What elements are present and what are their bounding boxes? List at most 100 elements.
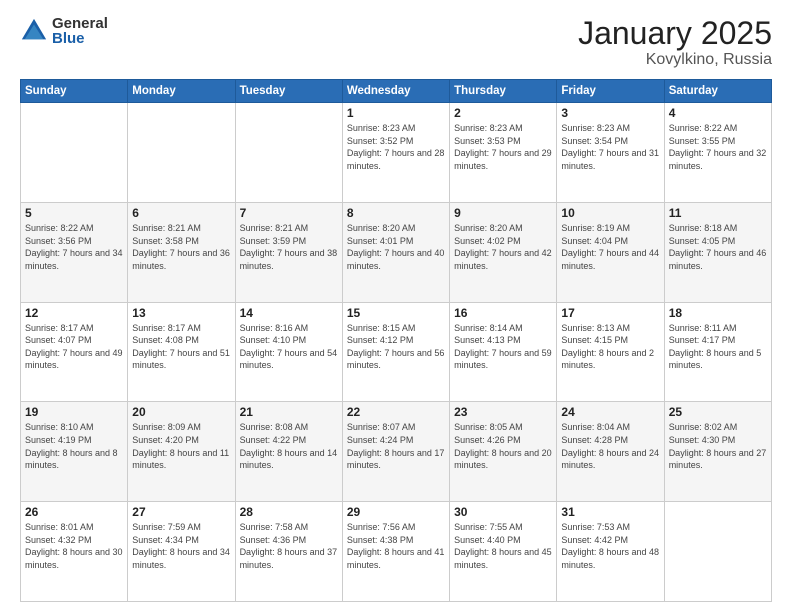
day-sunset: Sunset: 4:17 PM — [669, 335, 736, 345]
week-row-5: 26 Sunrise: 8:01 AM Sunset: 4:32 PM Dayl… — [21, 502, 772, 602]
day-sunset: Sunset: 4:20 PM — [132, 435, 199, 445]
day-daylight: Daylight: 7 hours and 59 minutes. — [454, 348, 552, 371]
day-sunrise: Sunrise: 8:13 AM — [561, 323, 630, 333]
col-monday: Monday — [128, 80, 235, 103]
day-daylight: Daylight: 8 hours and 45 minutes. — [454, 547, 552, 570]
week-row-3: 12 Sunrise: 8:17 AM Sunset: 4:07 PM Dayl… — [21, 302, 772, 402]
col-saturday: Saturday — [664, 80, 771, 103]
day-number: 5 — [25, 206, 123, 220]
day-number: 10 — [561, 206, 659, 220]
week-row-2: 5 Sunrise: 8:22 AM Sunset: 3:56 PM Dayli… — [21, 202, 772, 302]
day-sunrise: Sunrise: 8:22 AM — [669, 123, 738, 133]
day-sunrise: Sunrise: 8:10 AM — [25, 422, 94, 432]
day-number: 12 — [25, 306, 123, 320]
calendar-cell — [21, 103, 128, 203]
day-sunset: Sunset: 3:58 PM — [132, 236, 199, 246]
day-daylight: Daylight: 8 hours and 14 minutes. — [240, 448, 338, 471]
day-number: 14 — [240, 306, 338, 320]
calendar-cell: 3 Sunrise: 8:23 AM Sunset: 3:54 PM Dayli… — [557, 103, 664, 203]
day-sunrise: Sunrise: 8:23 AM — [561, 123, 630, 133]
calendar-cell — [664, 502, 771, 602]
calendar-cell: 12 Sunrise: 8:17 AM Sunset: 4:07 PM Dayl… — [21, 302, 128, 402]
calendar-cell: 27 Sunrise: 7:59 AM Sunset: 4:34 PM Dayl… — [128, 502, 235, 602]
day-sunrise: Sunrise: 8:22 AM — [25, 223, 94, 233]
day-sunset: Sunset: 4:10 PM — [240, 335, 307, 345]
day-sunrise: Sunrise: 8:16 AM — [240, 323, 309, 333]
day-sunset: Sunset: 3:56 PM — [25, 236, 92, 246]
day-daylight: Daylight: 7 hours and 49 minutes. — [25, 348, 123, 371]
day-sunset: Sunset: 4:42 PM — [561, 535, 628, 545]
day-sunrise: Sunrise: 8:05 AM — [454, 422, 523, 432]
col-wednesday: Wednesday — [342, 80, 449, 103]
day-sunset: Sunset: 4:22 PM — [240, 435, 307, 445]
logo-blue-text: Blue — [52, 31, 108, 46]
calendar-table: Sunday Monday Tuesday Wednesday Thursday… — [20, 79, 772, 602]
day-number: 25 — [669, 405, 767, 419]
day-sunrise: Sunrise: 8:17 AM — [25, 323, 94, 333]
day-sunrise: Sunrise: 8:18 AM — [669, 223, 738, 233]
day-daylight: Daylight: 8 hours and 17 minutes. — [347, 448, 445, 471]
day-daylight: Daylight: 7 hours and 44 minutes. — [561, 248, 659, 271]
day-daylight: Daylight: 8 hours and 30 minutes. — [25, 547, 123, 570]
day-number: 8 — [347, 206, 445, 220]
calendar-cell: 4 Sunrise: 8:22 AM Sunset: 3:55 PM Dayli… — [664, 103, 771, 203]
day-sunset: Sunset: 4:19 PM — [25, 435, 92, 445]
day-number: 26 — [25, 505, 123, 519]
calendar-cell: 13 Sunrise: 8:17 AM Sunset: 4:08 PM Dayl… — [128, 302, 235, 402]
day-number: 28 — [240, 505, 338, 519]
day-sunset: Sunset: 4:36 PM — [240, 535, 307, 545]
header: General Blue January 2025 Kovylkino, Rus… — [20, 16, 772, 69]
calendar-cell: 5 Sunrise: 8:22 AM Sunset: 3:56 PM Dayli… — [21, 202, 128, 302]
day-number: 11 — [669, 206, 767, 220]
day-number: 16 — [454, 306, 552, 320]
calendar-cell: 20 Sunrise: 8:09 AM Sunset: 4:20 PM Dayl… — [128, 402, 235, 502]
day-number: 7 — [240, 206, 338, 220]
calendar-cell: 16 Sunrise: 8:14 AM Sunset: 4:13 PM Dayl… — [450, 302, 557, 402]
day-number: 29 — [347, 505, 445, 519]
day-number: 3 — [561, 106, 659, 120]
col-friday: Friday — [557, 80, 664, 103]
calendar-cell: 10 Sunrise: 8:19 AM Sunset: 4:04 PM Dayl… — [557, 202, 664, 302]
day-sunset: Sunset: 4:01 PM — [347, 236, 414, 246]
day-sunrise: Sunrise: 8:11 AM — [669, 323, 737, 333]
day-sunset: Sunset: 4:15 PM — [561, 335, 628, 345]
calendar-title: January 2025 — [578, 16, 772, 51]
day-number: 21 — [240, 405, 338, 419]
calendar-cell: 21 Sunrise: 8:08 AM Sunset: 4:22 PM Dayl… — [235, 402, 342, 502]
day-daylight: Daylight: 8 hours and 48 minutes. — [561, 547, 659, 570]
day-sunset: Sunset: 4:12 PM — [347, 335, 414, 345]
day-daylight: Daylight: 8 hours and 8 minutes. — [25, 448, 118, 471]
day-daylight: Daylight: 8 hours and 34 minutes. — [132, 547, 230, 570]
calendar-cell: 15 Sunrise: 8:15 AM Sunset: 4:12 PM Dayl… — [342, 302, 449, 402]
day-sunset: Sunset: 3:55 PM — [669, 136, 736, 146]
day-number: 22 — [347, 405, 445, 419]
day-sunrise: Sunrise: 7:59 AM — [132, 522, 201, 532]
day-daylight: Daylight: 8 hours and 27 minutes. — [669, 448, 767, 471]
day-number: 13 — [132, 306, 230, 320]
day-sunrise: Sunrise: 8:23 AM — [454, 123, 523, 133]
day-sunset: Sunset: 3:54 PM — [561, 136, 628, 146]
calendar-cell: 31 Sunrise: 7:53 AM Sunset: 4:42 PM Dayl… — [557, 502, 664, 602]
day-daylight: Daylight: 7 hours and 29 minutes. — [454, 148, 552, 171]
calendar-cell: 18 Sunrise: 8:11 AM Sunset: 4:17 PM Dayl… — [664, 302, 771, 402]
day-sunset: Sunset: 3:59 PM — [240, 236, 307, 246]
logo-text: General Blue — [52, 16, 108, 46]
day-sunrise: Sunrise: 8:08 AM — [240, 422, 309, 432]
day-sunrise: Sunrise: 7:56 AM — [347, 522, 416, 532]
day-sunrise: Sunrise: 8:21 AM — [240, 223, 309, 233]
day-number: 23 — [454, 405, 552, 419]
day-daylight: Daylight: 8 hours and 20 minutes. — [454, 448, 552, 471]
day-sunrise: Sunrise: 8:02 AM — [669, 422, 738, 432]
col-tuesday: Tuesday — [235, 80, 342, 103]
day-daylight: Daylight: 8 hours and 5 minutes. — [669, 348, 762, 371]
day-sunset: Sunset: 3:52 PM — [347, 136, 414, 146]
day-sunrise: Sunrise: 8:04 AM — [561, 422, 630, 432]
day-sunrise: Sunrise: 8:14 AM — [454, 323, 523, 333]
calendar-cell: 25 Sunrise: 8:02 AM Sunset: 4:30 PM Dayl… — [664, 402, 771, 502]
day-sunrise: Sunrise: 8:21 AM — [132, 223, 201, 233]
day-sunset: Sunset: 4:08 PM — [132, 335, 199, 345]
calendar-cell: 22 Sunrise: 8:07 AM Sunset: 4:24 PM Dayl… — [342, 402, 449, 502]
day-number: 17 — [561, 306, 659, 320]
day-sunset: Sunset: 4:28 PM — [561, 435, 628, 445]
page: General Blue January 2025 Kovylkino, Rus… — [0, 0, 792, 612]
